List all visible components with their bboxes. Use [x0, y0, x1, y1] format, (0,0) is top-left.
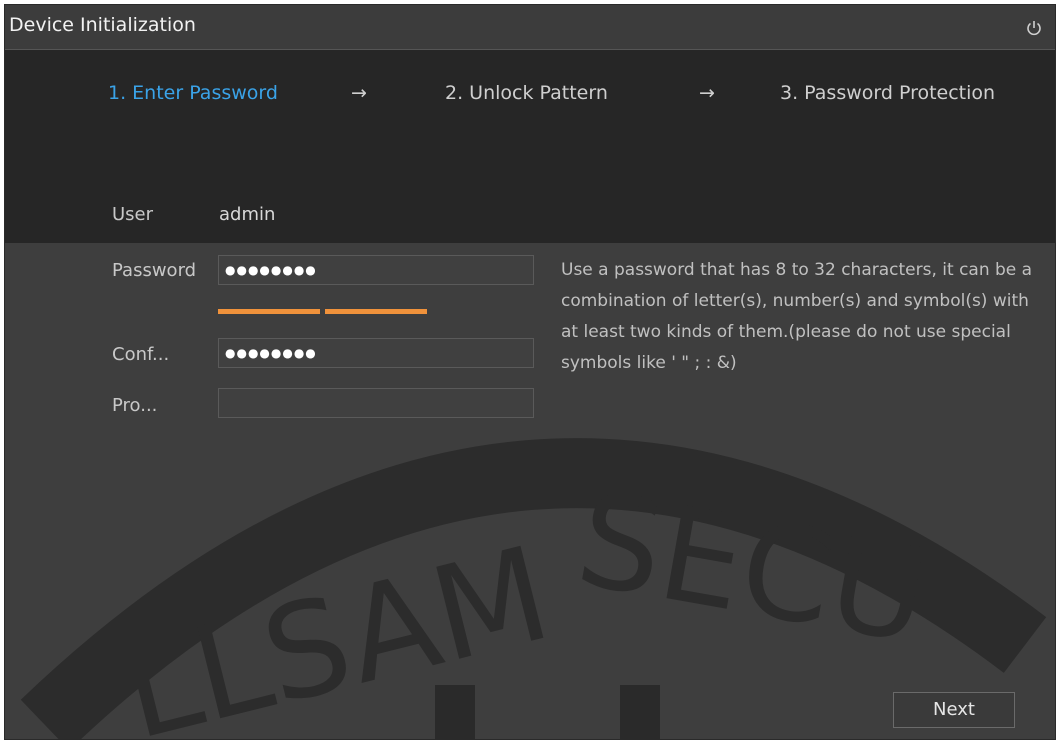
step-password-protection: 3. Password Protection	[780, 82, 996, 104]
window-title: Device Initialization	[9, 14, 196, 36]
confirm-password-field[interactable]: ●●●●●●●●	[218, 338, 534, 368]
strength-bar-segment-2	[325, 309, 427, 314]
password-hint: Use a password that has 8 to 32 characte…	[561, 260, 1033, 373]
step-enter-password: 1. Enter Password	[108, 82, 278, 104]
power-icon[interactable]	[1025, 19, 1043, 37]
next-button[interactable]: Next	[893, 692, 1015, 728]
user-label: User	[112, 204, 154, 225]
wizard-header-area	[5, 50, 1055, 243]
device-initialization-window: Device Initialization LLSAM SECU 1. Ente…	[4, 4, 1056, 740]
step-arrow-icon: →	[351, 82, 367, 104]
password-label: Password	[112, 260, 197, 281]
user-value: admin	[219, 204, 276, 225]
prompt-question-field[interactable]	[218, 388, 534, 418]
title-bar: Device Initialization	[5, 5, 1055, 50]
step-arrow-icon: →	[699, 82, 715, 104]
confirm-password-label: Conf...	[112, 344, 170, 365]
password-field[interactable]: ●●●●●●●●	[218, 255, 534, 285]
step-unlock-pattern: 2. Unlock Pattern	[445, 82, 608, 104]
prompt-question-label: Pro...	[112, 395, 158, 416]
strength-bar-segment-1	[218, 309, 320, 314]
